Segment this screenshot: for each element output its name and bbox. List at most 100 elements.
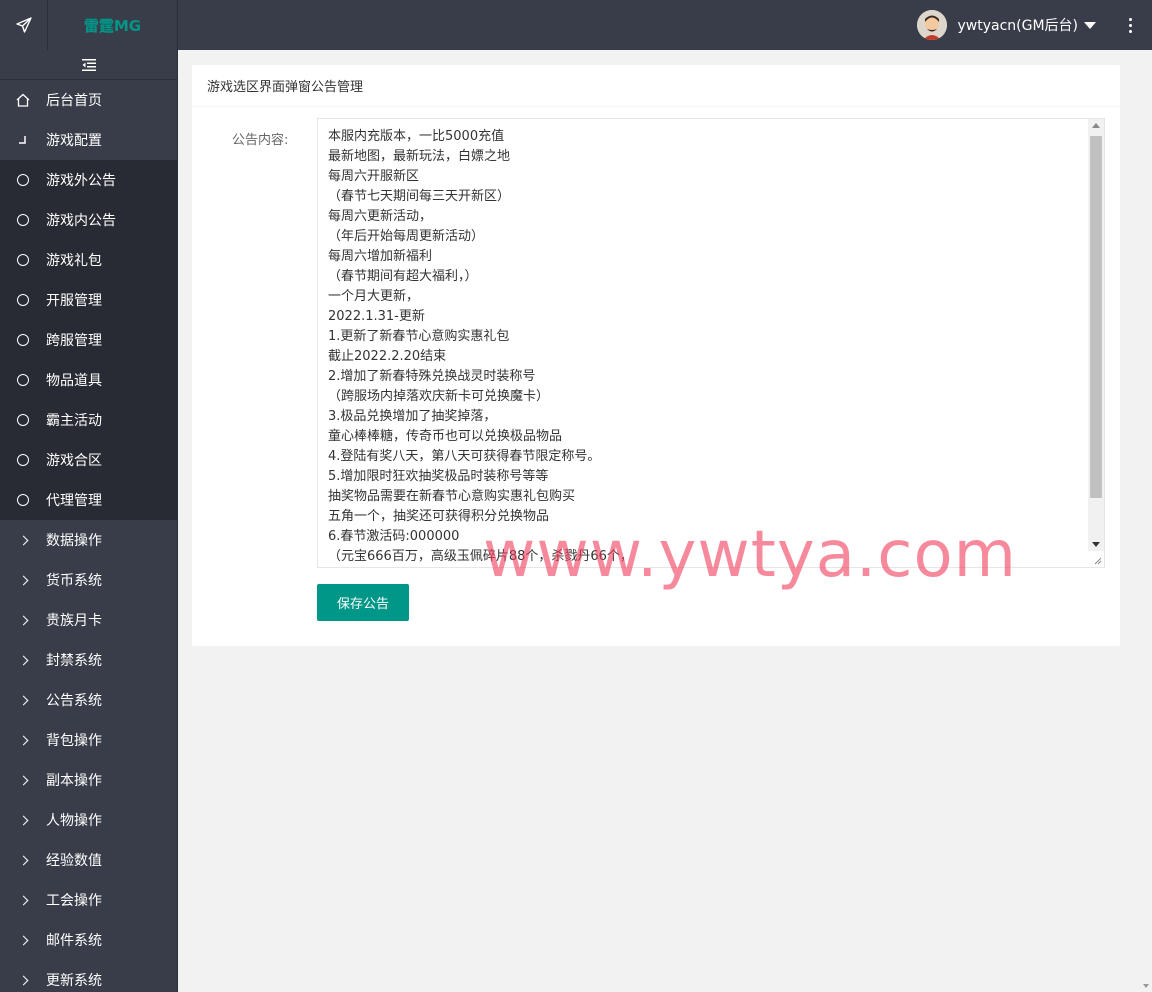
chevron-right-icon (0, 615, 46, 625)
chevron-right-icon (0, 535, 46, 545)
field-label: 公告内容: (232, 133, 289, 148)
textarea-line: （元宝666百万，高级玉佩碎片88个，杀戮丹66个， (328, 549, 633, 564)
textarea-line: 本服内充版本，一比5000充值 (328, 129, 505, 144)
sidebar-item-20[interactable]: 工会操作 (0, 880, 177, 920)
card-title: 游戏选区界面弹窗公告管理 (192, 65, 1120, 107)
sidebar-item-6[interactable]: 跨服管理 (0, 320, 177, 360)
sidebar: 后台首页游戏配置游戏外公告游戏内公告游戏礼包开服管理 跨服管理物品道具霸主活动游戏… (0, 50, 178, 992)
main-content: 游戏选区界面弹窗公告管理 公告内容: 本服内充版本，一比5000充值 最新地图，最… (178, 50, 1152, 992)
textarea-line: （跨服场内掉落欢庆新卡可兑换魔卡） (328, 389, 550, 404)
chevron-right-icon (0, 935, 46, 945)
user-menu[interactable]: ywtyacn(GM后台) (917, 0, 1096, 50)
sidebar-item-16[interactable]: 背包操作 (0, 720, 177, 760)
sidebar-item-label: 游戏配置 (46, 133, 102, 149)
more-vertical-icon[interactable] (1120, 0, 1140, 50)
sidebar-item-label: 霸主活动 (46, 413, 102, 429)
resize-handle-icon[interactable] (1092, 555, 1102, 565)
chevron-right-icon (0, 975, 46, 985)
sidebar-item-label: 经验数值 (46, 853, 102, 869)
chevron-right-icon (0, 695, 46, 705)
send-icon[interactable] (0, 0, 48, 50)
circle-icon (0, 294, 46, 306)
sidebar-item-label: 公告系统 (46, 693, 102, 709)
circle-icon (0, 494, 46, 506)
sidebar-item-label: 数据操作 (46, 533, 102, 549)
avatar (917, 10, 948, 40)
textarea-line: 1.更新了新春节心意购实惠礼包 (328, 329, 510, 344)
sidebar-item-22[interactable]: 更新系统 (0, 960, 177, 992)
textarea-line: 童心棒棒糖，传奇币也可以兑换极品物品 (328, 429, 563, 444)
textarea-line: 2.增加了新春特殊兑换战灵时装称号 (328, 369, 536, 384)
sidebar-item-7[interactable]: 物品道具 (0, 360, 177, 400)
corner-icon (0, 134, 46, 146)
textarea-line: 每周六开服新区 (328, 169, 420, 184)
sidebar-item-3[interactable]: 游戏内公告 (0, 200, 177, 240)
sidebar-item-label: 游戏外公告 (46, 173, 116, 189)
sidebar-item-2[interactable]: 游戏外公告 (0, 160, 177, 200)
sidebar-item-label: 邮件系统 (46, 933, 102, 949)
textarea-line: 每周六增加新福利 (328, 249, 433, 264)
scroll-up-icon[interactable] (1092, 123, 1100, 128)
sidebar-item-1[interactable]: 游戏配置 (0, 120, 177, 160)
chevron-right-icon (0, 655, 46, 665)
save-announcement-button[interactable]: 保存公告 (317, 584, 409, 621)
chevron-right-icon (0, 815, 46, 825)
chevron-right-icon (0, 575, 46, 585)
sidebar-item-14[interactable]: 封禁系统 (0, 640, 177, 680)
announcement-card: 游戏选区界面弹窗公告管理 公告内容: 本服内充版本，一比5000充值 最新地图，最… (192, 65, 1120, 646)
sidebar-item-21[interactable]: 邮件系统 (0, 920, 177, 960)
sidebar-item-label: 游戏内公告 (46, 213, 116, 229)
sidebar-item-12[interactable]: 货币系统 (0, 560, 177, 600)
home-icon (0, 93, 46, 107)
sidebar-item-label: 物品道具 (46, 373, 102, 389)
sidebar-item-10[interactable]: 代理管理 (0, 480, 177, 520)
textarea-line: 2022.1.31-更新 (328, 309, 425, 324)
sidebar-item-13[interactable]: 贵族月卡 (0, 600, 177, 640)
circle-icon (0, 454, 46, 466)
sidebar-item-label: 贵族月卡 (46, 613, 102, 629)
circle-icon (0, 374, 46, 386)
textarea-scrollbar[interactable] (1088, 119, 1104, 551)
sidebar-item-5[interactable]: 开服管理 (0, 280, 177, 320)
announcement-textarea[interactable]: 本服内充版本，一比5000充值 最新地图，最新玩法，白嫖之地 每周六开服新区 （春节七… (317, 118, 1105, 568)
page-scroll-down-icon[interactable] (1143, 984, 1149, 988)
circle-icon (0, 174, 46, 186)
sidebar-item-11[interactable]: 数据操作 (0, 520, 177, 560)
chevron-right-icon (0, 735, 46, 745)
indent-icon (81, 58, 96, 71)
textarea-line: 4.登陆有奖八天，第八天可获得春节限定称号。 (328, 449, 601, 464)
sidebar-toggle[interactable] (0, 50, 177, 80)
username: ywtyacn(GM后台) (957, 18, 1078, 34)
caret-down-icon (1084, 21, 1096, 29)
circle-icon (0, 254, 46, 266)
sidebar-item-label: 人物操作 (46, 813, 102, 829)
textarea-line: 6.春节激活码:000000 (328, 529, 460, 544)
sidebar-item-4[interactable]: 游戏礼包 (0, 240, 177, 280)
sidebar-item-label: 游戏礼包 (46, 253, 102, 269)
sidebar-item-18[interactable]: 人物操作 (0, 800, 177, 840)
textarea-line: （春节期间有超大福利，） (328, 269, 478, 284)
sidebar-item-8[interactable]: 霸主活动 (0, 400, 177, 440)
textarea-line: 五角一个，抽奖还可获得积分兑换物品 (328, 509, 550, 524)
chevron-right-icon (0, 895, 46, 905)
scroll-thumb[interactable] (1090, 136, 1102, 498)
sidebar-item-0[interactable]: 后台首页 (0, 80, 177, 120)
sidebar-item-label: 背包操作 (46, 733, 102, 749)
textarea-line: 截止2022.2.20结束 (328, 349, 447, 364)
chevron-right-icon (0, 775, 46, 785)
sidebar-item-9[interactable]: 游戏合区 (0, 440, 177, 480)
sidebar-item-label: 后台首页 (46, 93, 102, 109)
sidebar-item-label: 代理管理 (46, 493, 102, 509)
circle-icon (0, 334, 46, 346)
textarea-text[interactable]: 本服内充版本，一比5000充值 最新地图，最新玩法，白嫖之地 每周六开服新区 （春节七… (328, 127, 1088, 567)
sidebar-nav: 后台首页游戏配置游戏外公告游戏内公告游戏礼包开服管理 跨服管理物品道具霸主活动游戏… (0, 80, 177, 992)
textarea-line: 每周六更新活动， (328, 209, 433, 224)
sidebar-item-label: 封禁系统 (46, 653, 102, 669)
sidebar-item-15[interactable]: 公告系统 (0, 680, 177, 720)
scroll-down-icon[interactable] (1092, 542, 1100, 547)
textarea-line: 5.增加限时狂欢抽奖极品时装称号等等 (328, 469, 549, 484)
sidebar-item-17[interactable]: 副本操作 (0, 760, 177, 800)
sidebar-item-19[interactable]: 经验数值 (0, 840, 177, 880)
textarea-line: 一个月大更新， (328, 289, 420, 304)
top-bar: 雷霆MG ywtyacn(GM后台) (0, 0, 1152, 50)
